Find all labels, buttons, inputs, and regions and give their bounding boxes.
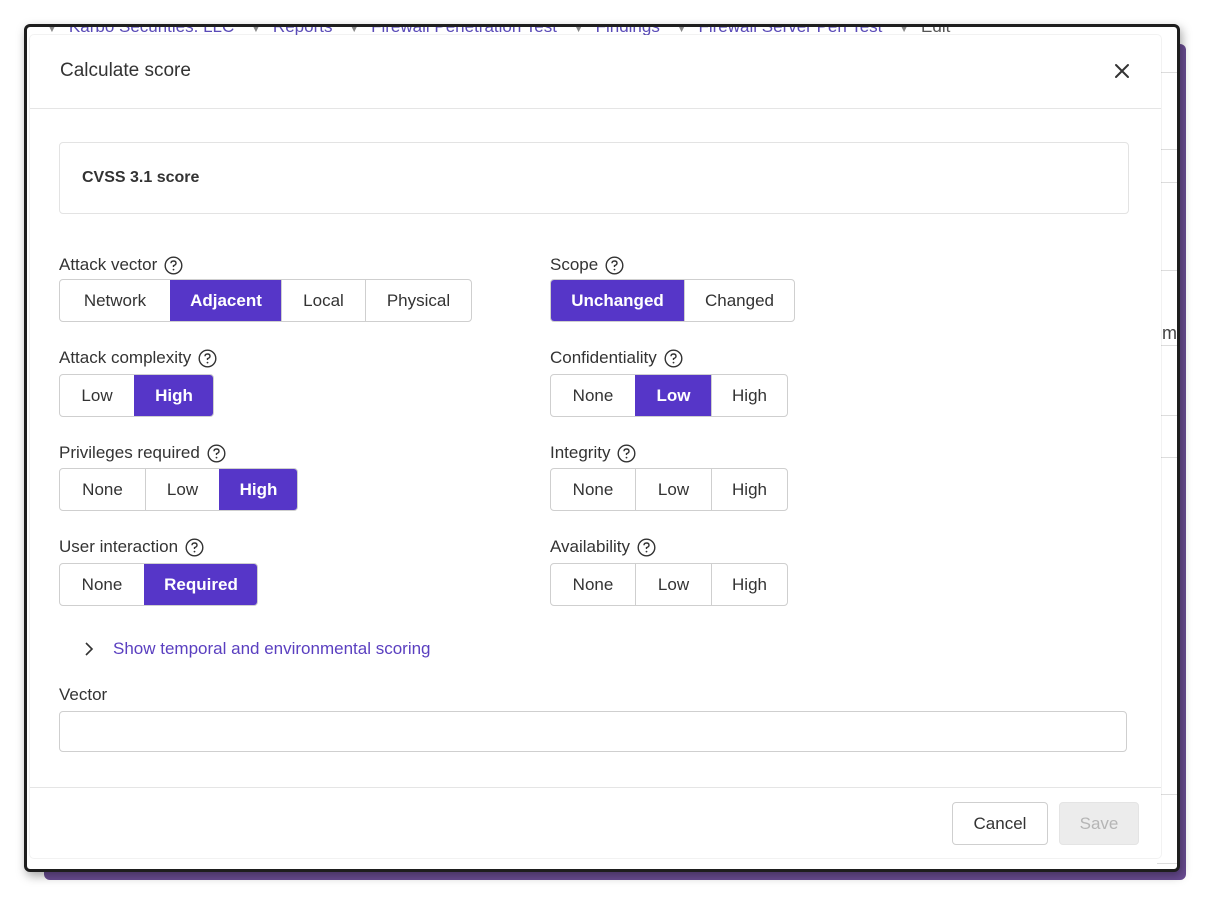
user-interaction-label: User interaction [59, 537, 179, 556]
confidentiality-option-high[interactable]: High [711, 375, 787, 416]
attack-complexity-group: Low High [59, 374, 214, 417]
attack-vector-field: Attack vector [59, 254, 183, 276]
help-icon[interactable] [605, 255, 624, 275]
help-icon[interactable] [637, 537, 656, 557]
attack-vector-option-local[interactable]: Local [281, 280, 365, 321]
help-icon[interactable] [617, 443, 636, 463]
confidentiality-option-low[interactable]: Low [635, 375, 711, 416]
privileges-required-option-high[interactable]: High [219, 469, 297, 510]
attack-vector-group: Network Adjacent Local Physical [59, 279, 472, 322]
integrity-group: None Low High [550, 468, 788, 511]
save-button[interactable]: Save [1059, 802, 1139, 845]
attack-vector-label: Attack vector [59, 255, 158, 274]
help-icon[interactable] [207, 443, 226, 463]
help-icon[interactable] [164, 255, 183, 275]
confidentiality-group: None Low High [550, 374, 788, 417]
divider [1157, 863, 1177, 864]
chevron-right-icon [85, 642, 94, 656]
vector-label: Vector [59, 685, 108, 704]
help-icon[interactable] [198, 348, 217, 368]
attack-complexity-field: Attack complexity [59, 347, 217, 369]
calculate-score-modal: Calculate score CVSS 3.1 score Attack ve… [30, 35, 1161, 858]
close-icon[interactable] [1111, 60, 1133, 82]
integrity-option-low[interactable]: Low [635, 469, 711, 510]
privileges-required-group: None Low High [59, 468, 298, 511]
scope-group: Unchanged Changed [550, 279, 795, 322]
scope-option-unchanged[interactable]: Unchanged [551, 280, 684, 321]
cvss-score-label: CVSS 3.1 score [82, 169, 200, 186]
privileges-required-option-none[interactable]: None [60, 469, 145, 510]
cvss-score-box: CVSS 3.1 score [59, 142, 1129, 214]
privileges-required-option-low[interactable]: Low [145, 469, 219, 510]
integrity-option-none[interactable]: None [551, 469, 635, 510]
availability-option-low[interactable]: Low [635, 564, 711, 605]
attack-vector-option-adjacent[interactable]: Adjacent [170, 280, 281, 321]
cancel-button[interactable]: Cancel [952, 802, 1048, 845]
attack-vector-option-network[interactable]: Network [60, 280, 170, 321]
help-icon[interactable] [664, 348, 683, 368]
confidentiality-field: Confidentiality [550, 347, 683, 369]
scope-label: Scope [550, 255, 599, 274]
confidentiality-label: Confidentiality [550, 348, 657, 367]
integrity-label: Integrity [550, 443, 611, 462]
modal-title: Calculate score [60, 60, 191, 81]
privileges-required-label: Privileges required [59, 443, 200, 462]
user-interaction-option-none[interactable]: None [60, 564, 144, 605]
scope-option-changed[interactable]: Changed [684, 280, 794, 321]
attack-complexity-option-low[interactable]: Low [60, 375, 134, 416]
availability-group: None Low High [550, 563, 788, 606]
availability-option-high[interactable]: High [711, 564, 787, 605]
integrity-option-high[interactable]: High [711, 469, 787, 510]
integrity-field: Integrity [550, 442, 636, 464]
user-interaction-option-required[interactable]: Required [144, 564, 257, 605]
user-interaction-field: User interaction [59, 536, 204, 558]
toggle-label: Show temporal and environmental scoring [113, 639, 431, 658]
privileges-required-field: Privileges required [59, 442, 226, 464]
scope-field: Scope [550, 254, 624, 276]
vector-input[interactable] [59, 711, 1127, 752]
user-interaction-group: None Required [59, 563, 258, 606]
modal-footer: Cancel Save [30, 787, 1161, 859]
attack-complexity-option-high[interactable]: High [134, 375, 213, 416]
help-icon[interactable] [185, 537, 204, 557]
attack-vector-option-physical[interactable]: Physical [365, 280, 471, 321]
show-temporal-environmental-toggle[interactable]: Show temporal and environmental scoring [83, 639, 431, 659]
background-partial-text: m [1162, 323, 1177, 343]
availability-label: Availability [550, 537, 631, 556]
modal-header: Calculate score [30, 35, 1161, 109]
availability-option-none[interactable]: None [551, 564, 635, 605]
attack-complexity-label: Attack complexity [59, 348, 192, 367]
availability-field: Availability [550, 536, 656, 558]
confidentiality-option-none[interactable]: None [551, 375, 635, 416]
